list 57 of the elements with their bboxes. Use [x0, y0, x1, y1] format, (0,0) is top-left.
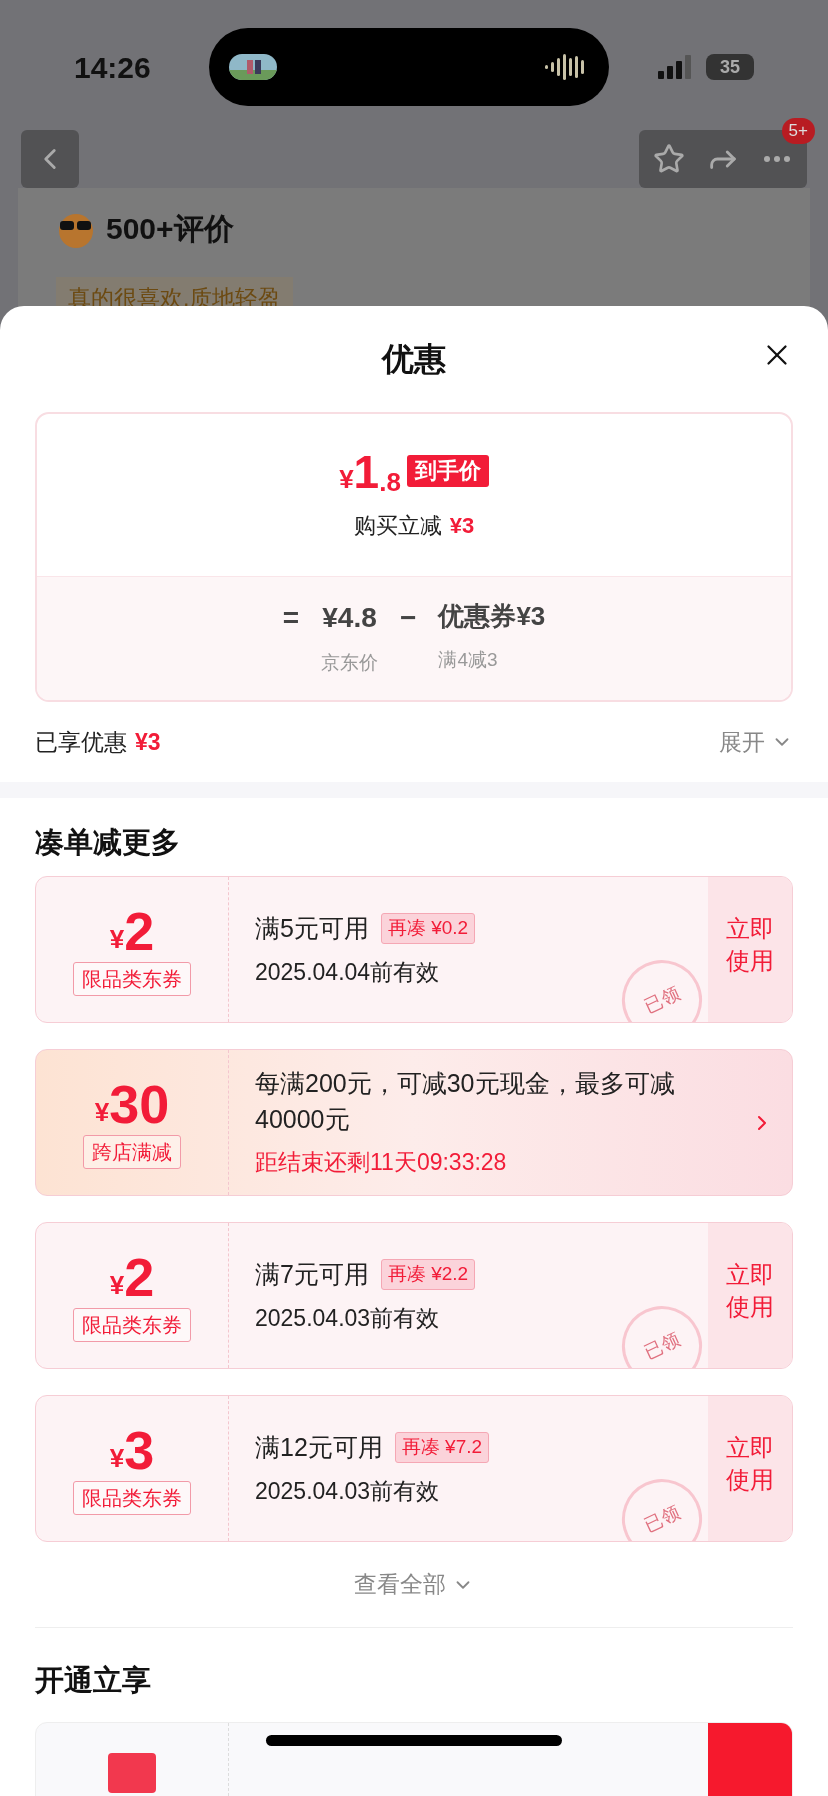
equals-sign: =	[282, 601, 300, 635]
section-title: 凑单减更多	[35, 824, 180, 860]
coupon-type-tag: 跨店满减	[83, 1134, 181, 1169]
coupon-condition: 满7元可用	[255, 1258, 369, 1290]
coupon-card[interactable]: ¥3 限品类东券 满12元可用 再凑 ¥7.2 2025.04.03前有效 已领 立即使用	[35, 1395, 793, 1542]
expand-button[interactable]: 展开	[719, 724, 793, 760]
saving-amount: ¥3	[449, 511, 475, 540]
section-title: 开通立享	[35, 1662, 151, 1698]
battery-indicator: 35	[706, 54, 754, 80]
currency-sign: ¥	[109, 1444, 125, 1471]
enjoyed-discount-amount: ¥3	[135, 727, 161, 757]
coupon-condition: 满12元可用	[255, 1431, 383, 1463]
coupon-type-tag: 限品类东券	[73, 1307, 191, 1342]
coupon-amount: 2	[124, 903, 155, 958]
use-now-button[interactable]: 立即使用	[708, 1396, 792, 1541]
coupon-type-tag: 限品类东券	[73, 961, 191, 996]
validity-text: 2025.04.03前有效	[255, 1304, 441, 1333]
base-price-caption: 京东价	[321, 651, 379, 675]
back-button[interactable]	[21, 130, 79, 188]
currency-sign: ¥	[94, 1098, 110, 1125]
validity-text: 2025.04.03前有效	[255, 1477, 441, 1506]
signal-icon	[658, 55, 694, 79]
top-up-tag: 再凑 ¥0.2	[380, 913, 476, 944]
top-up-tag: 再凑 ¥7.2	[394, 1432, 490, 1463]
base-price: ¥4.8	[322, 601, 377, 635]
coupon-card[interactable]: ¥2 限品类东券 满7元可用 再凑 ¥2.2 2025.04.03前有效 已领 立即使用	[35, 1222, 793, 1369]
membership-card[interactable]	[35, 1722, 793, 1796]
star-icon	[653, 143, 685, 175]
validity-text: 2025.04.04前有效	[255, 958, 441, 987]
promotion-card[interactable]: ¥30 跨店满减 每满200元，可减30元现金，最多可减40000元 距结束还剩11天09:33:28	[35, 1049, 793, 1196]
use-now-button[interactable]: 立即使用	[708, 877, 792, 1022]
coupon-card[interactable]: ¥2 限品类东券 满5元可用 再凑 ¥0.2 2025.04.04前有效 已领 立即使用	[35, 876, 793, 1023]
top-up-tag: 再凑 ¥2.2	[380, 1259, 476, 1290]
coupon-discount: 优惠券¥3	[438, 600, 546, 633]
use-now-button[interactable]: 立即使用	[708, 1223, 792, 1368]
enjoyed-discount-label: 已享优惠	[35, 727, 127, 757]
final-price-tag: 到手价	[406, 454, 489, 487]
view-all-button[interactable]: 查看全部	[354, 1567, 474, 1602]
more-icon	[764, 156, 790, 162]
currency-sign: ¥	[109, 925, 125, 952]
coupon-amount: 2	[124, 1249, 155, 1304]
notification-badge: 5+	[781, 118, 815, 144]
status-time: 14:26	[74, 49, 151, 86]
coupon-amount: 3	[124, 1422, 155, 1477]
saving-label: 购买立减	[353, 511, 442, 540]
final-price: ¥1.8	[339, 448, 401, 495]
currency-sign: ¥	[109, 1271, 125, 1298]
coupon-caption: 满4减3	[438, 648, 498, 672]
coupon-amount: 30	[109, 1076, 170, 1131]
minus-sign: −	[400, 601, 417, 635]
promotion-rule: 每满200元，可减30元现金，最多可减40000元	[255, 1068, 676, 1136]
coupon-condition: 满5元可用	[255, 912, 369, 944]
sheet-title: 优惠	[382, 340, 446, 379]
membership-icon	[108, 1753, 156, 1793]
countdown-text: 距结束还剩11天09:33:28	[255, 1148, 508, 1178]
coupon-type-tag: 限品类东券	[73, 1480, 191, 1515]
reviews-title: 500+评价	[106, 211, 234, 247]
